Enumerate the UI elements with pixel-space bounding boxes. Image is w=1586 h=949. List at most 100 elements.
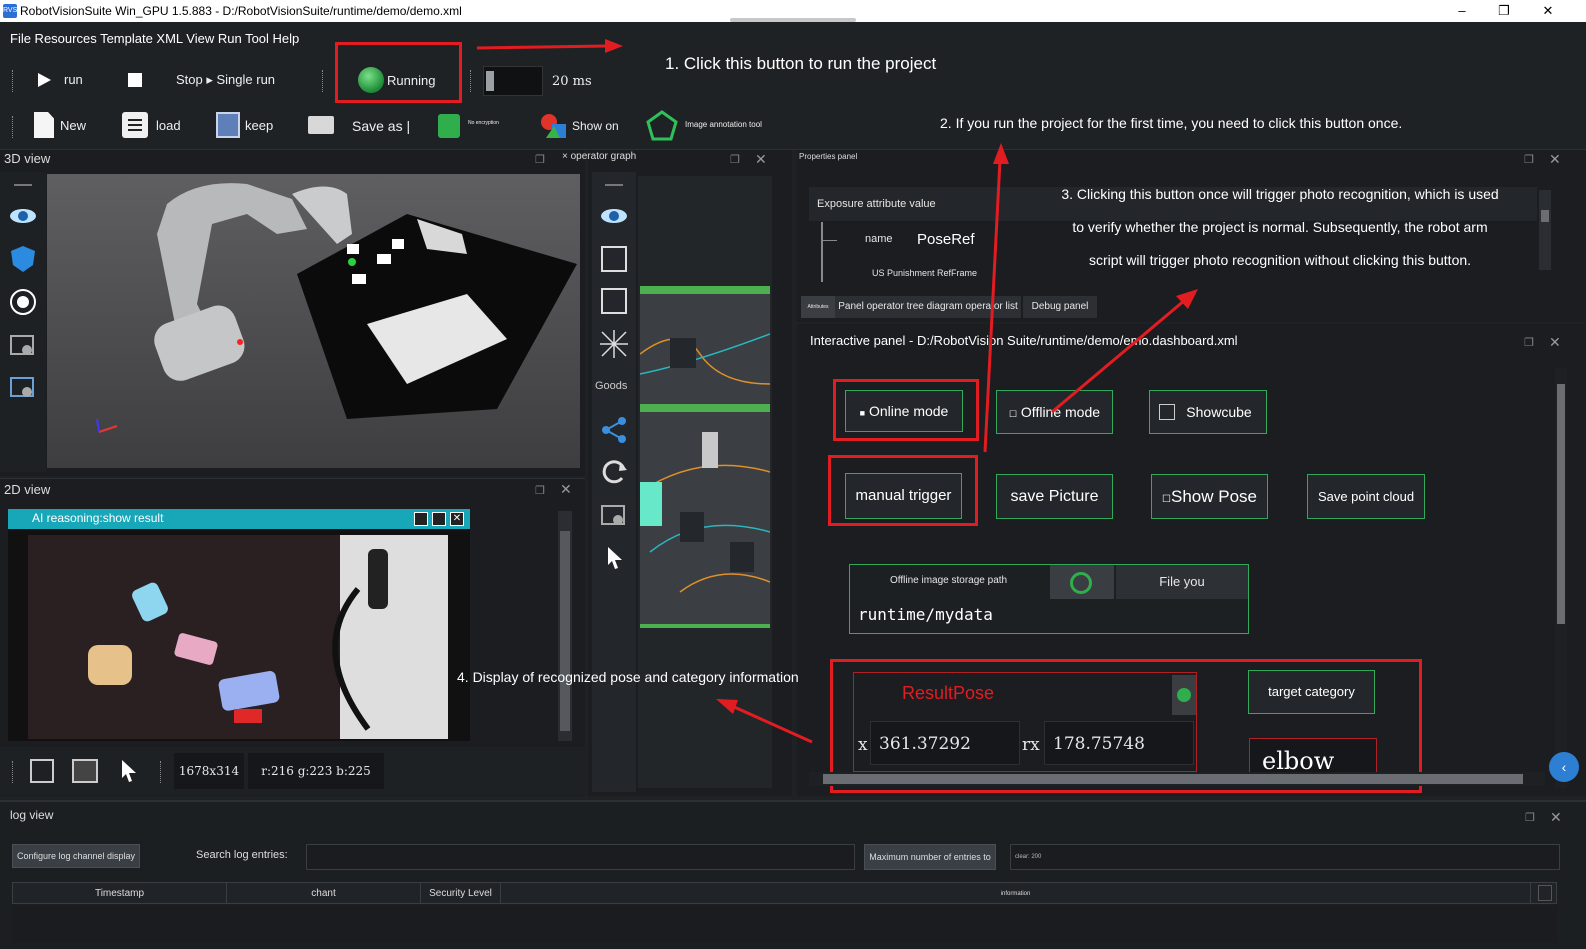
tab-debug-panel[interactable]: Debug panel xyxy=(1023,296,1097,318)
tab-attributes[interactable]: Attributes xyxy=(801,296,835,318)
unlock-icon[interactable] xyxy=(438,114,460,138)
max-entries-input[interactable]: clear: 200 xyxy=(1010,844,1560,870)
3d-viewport[interactable] xyxy=(47,174,580,468)
operator-graph-title[interactable]: × operator graph xyxy=(562,151,636,162)
run-button[interactable]: run xyxy=(64,72,83,87)
camera-capture-icon[interactable] xyxy=(600,502,628,530)
annotation-tool-icon[interactable] xyxy=(646,110,678,142)
offline-mode-checkbox-icon: ☐ xyxy=(1008,409,1018,419)
eye-icon[interactable] xyxy=(9,202,37,230)
scroll-thumb[interactable] xyxy=(1557,384,1565,624)
play-icon[interactable] xyxy=(36,72,52,88)
close-panel-icon[interactable]: ✕ xyxy=(1549,334,1561,351)
show-on-button[interactable]: Show on xyxy=(572,119,619,133)
target-icon[interactable] xyxy=(9,288,37,316)
manual-trigger-button[interactable]: manual trigger xyxy=(845,473,962,519)
minimize-button[interactable]: – xyxy=(1442,0,1482,22)
tab-operator-tree[interactable]: Panel operator tree diagram operator lis… xyxy=(835,296,1021,318)
window-minimize-icon[interactable] xyxy=(414,512,428,526)
properties-scrollbar[interactable] xyxy=(1539,190,1551,270)
keep-button[interactable]: keep xyxy=(245,118,273,133)
running-status-button[interactable]: Running xyxy=(387,73,435,88)
float-panel-icon[interactable]: ❐ xyxy=(1524,336,1534,349)
window-close-icon[interactable]: ✕ xyxy=(450,512,464,526)
show-on-icon[interactable] xyxy=(540,112,568,140)
rx-value-field[interactable]: 178.75748 xyxy=(1044,721,1194,765)
file-browse-button[interactable]: File you xyxy=(1116,565,1248,599)
camera-capture-icon[interactable] xyxy=(9,332,37,360)
storage-path-value[interactable]: runtime/mydata xyxy=(858,605,993,624)
float-panel-icon[interactable]: ❐ xyxy=(535,484,545,497)
close-panel-icon[interactable]: ✕ xyxy=(560,481,572,498)
save-as-button[interactable]: Save as | xyxy=(352,118,410,134)
save-disk-icon[interactable] xyxy=(216,112,240,138)
refresh-icon[interactable] xyxy=(600,458,628,486)
stop-icon[interactable] xyxy=(128,73,142,87)
pointer-icon[interactable] xyxy=(606,546,624,570)
collapse-side-icon[interactable]: ‹ xyxy=(1549,752,1579,782)
share-icon[interactable] xyxy=(600,416,628,444)
refresh-path-button[interactable] xyxy=(1050,565,1114,599)
scroll-thumb[interactable] xyxy=(1541,210,1549,222)
close-panel-icon[interactable]: ✕ xyxy=(1550,809,1562,826)
float-panel-icon[interactable]: ❐ xyxy=(1525,811,1535,824)
eye-icon[interactable] xyxy=(600,202,628,230)
float-panel-icon[interactable]: ❐ xyxy=(1524,153,1534,166)
close-panel-icon[interactable]: ✕ xyxy=(1549,151,1561,168)
showcube-checkbox[interactable] xyxy=(1159,404,1175,420)
close-window-button[interactable]: ✕ xyxy=(1528,0,1568,22)
float-panel-icon[interactable]: ❐ xyxy=(730,153,740,166)
sub-row-label[interactable]: US Punishment RefFrame xyxy=(872,268,977,278)
show-pose-button[interactable]: ☐Show Pose xyxy=(1151,474,1268,519)
showcube-button[interactable]: Showcube xyxy=(1149,390,1267,434)
ai-result-image[interactable] xyxy=(8,529,470,741)
group-icon[interactable] xyxy=(601,288,627,314)
load-icon[interactable] xyxy=(122,112,148,138)
configure-log-button[interactable]: Configure log channel display xyxy=(12,844,140,868)
name-value[interactable]: PoseRef xyxy=(917,231,975,248)
window-maximize-icon[interactable] xyxy=(432,512,446,526)
shield-icon[interactable] xyxy=(9,245,37,273)
column-settings-icon[interactable] xyxy=(1538,885,1552,901)
column-information[interactable]: information xyxy=(501,883,1531,903)
column-timestamp[interactable]: Timestamp xyxy=(13,883,227,903)
windows-layout-icon[interactable] xyxy=(30,759,54,783)
operator-graph-canvas[interactable] xyxy=(638,176,772,788)
slider-handle[interactable] xyxy=(486,71,494,91)
offline-mode-button[interactable]: ☐ Offline mode xyxy=(996,390,1113,434)
show-pose-checkbox-icon: ☐ xyxy=(1162,494,1171,505)
no-encryption-button[interactable]: No encryption xyxy=(468,120,499,126)
interactive-vertical-scrollbar[interactable] xyxy=(1555,368,1567,788)
load-button[interactable]: load xyxy=(156,118,181,133)
x-value-field[interactable]: 361.37292 xyxy=(870,721,1020,765)
screenshot-icon[interactable] xyxy=(9,374,37,402)
pointer-icon[interactable] xyxy=(120,759,138,783)
close-panel-icon[interactable]: ✕ xyxy=(755,151,767,168)
fit-view-icon[interactable] xyxy=(601,246,627,272)
save-as-icon[interactable] xyxy=(308,116,334,134)
search-log-input[interactable] xyxy=(306,844,855,870)
scroll-thumb[interactable] xyxy=(823,774,1523,784)
overlay-windows-icon[interactable] xyxy=(72,759,98,783)
new-file-icon[interactable] xyxy=(34,112,54,138)
ai-result-window-titlebar[interactable]: AI reasoning:show result ✕ xyxy=(8,509,470,529)
collapse-icon[interactable] xyxy=(600,330,628,358)
log-table-body[interactable] xyxy=(12,905,1557,943)
column-security-level[interactable]: Security Level xyxy=(421,883,501,903)
float-panel-icon[interactable]: ❐ xyxy=(535,153,545,166)
online-mode-button[interactable]: ■ Online mode xyxy=(845,390,963,432)
2d-vertical-scrollbar[interactable] xyxy=(558,511,572,741)
interval-slider[interactable] xyxy=(483,66,543,96)
stop-single-run-button[interactable]: Stop ▸ Single run xyxy=(176,72,275,88)
new-button[interactable]: New xyxy=(60,118,86,133)
restore-button[interactable]: ❐ xyxy=(1484,0,1524,22)
tree-line xyxy=(821,222,823,282)
image-annotation-button[interactable]: Image annotation tool xyxy=(685,120,762,129)
interactive-horizontal-scrollbar[interactable] xyxy=(809,772,1545,786)
column-channel[interactable]: chant xyxy=(227,883,421,903)
menu-bar[interactable]: File Resources Template XML View Run Too… xyxy=(0,22,1586,56)
scroll-thumb[interactable] xyxy=(560,531,570,731)
save-point-cloud-button[interactable]: Save point cloud xyxy=(1307,474,1425,519)
save-picture-button[interactable]: save Picture xyxy=(996,474,1113,519)
graph-group-bar xyxy=(640,624,770,628)
